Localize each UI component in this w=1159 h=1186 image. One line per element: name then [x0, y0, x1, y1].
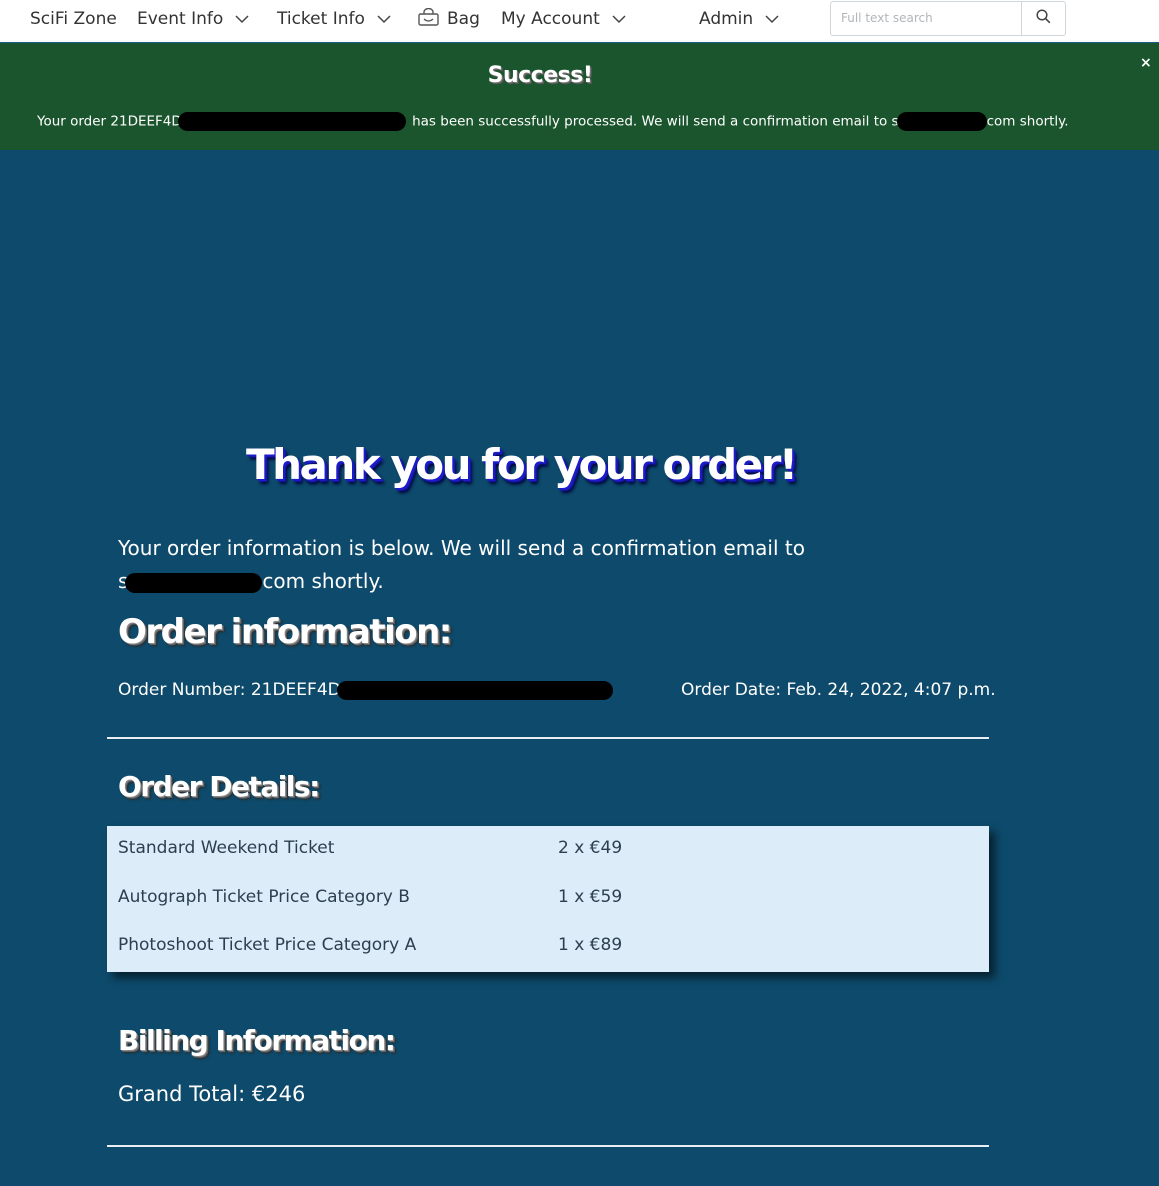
search-button[interactable] — [1021, 2, 1065, 35]
table-row: Standard Weekend Ticket 2 x €49 — [107, 826, 989, 874]
item-name: Photoshoot Ticket Price Category A — [118, 935, 417, 955]
event-info-label: Event Info — [137, 9, 224, 29]
item-name: Autograph Ticket Price Category B — [118, 887, 410, 907]
brand-link[interactable]: SciFi Zone — [30, 8, 117, 30]
intro-line-2: s com shortly. — [118, 565, 838, 598]
search-form — [830, 1, 1066, 36]
admin-dropdown[interactable]: Admin — [699, 8, 779, 30]
item-name: Standard Weekend Ticket — [118, 838, 335, 858]
redaction-bar — [336, 680, 613, 700]
ticket-info-dropdown[interactable]: Ticket Info — [277, 8, 391, 30]
success-alert: Success! × Your order 21DEEF4D has been … — [0, 43, 1159, 150]
item-quantity-price: 1 x €89 — [558, 935, 623, 955]
search-icon — [1036, 9, 1051, 28]
table-row: Photoshoot Ticket Price Category A 1 x €… — [107, 923, 989, 971]
order-date: Order Date: Feb. 24, 2022, 4:07 p.m. — [681, 680, 996, 700]
alert-message-end: com shortly. — [986, 113, 1069, 130]
item-quantity-price: 2 x €49 — [558, 838, 623, 858]
bag-label: Bag — [447, 9, 480, 29]
intro-line-1: Your order information is below. We will… — [118, 536, 805, 560]
redaction-bar — [177, 112, 406, 131]
alert-message-mid: has been successfully processed. We will… — [412, 113, 899, 130]
close-icon[interactable]: × — [1140, 55, 1152, 71]
event-info-dropdown[interactable]: Event Info — [137, 8, 249, 30]
alert-message-start: Your order 21DEEF4D — [37, 113, 182, 130]
top-navbar: SciFi Zone Event Info Ticket Info Bag My… — [0, 0, 1159, 43]
order-information-heading: Order information: — [118, 612, 452, 652]
ticket-info-label: Ticket Info — [277, 9, 365, 29]
billing-information-heading: Billing Information: — [118, 1024, 396, 1057]
search-input[interactable] — [831, 2, 1011, 33]
order-details-heading: Order Details: — [118, 770, 320, 803]
item-quantity-price: 1 x €59 — [558, 887, 623, 907]
my-account-label: My Account — [501, 9, 600, 29]
admin-label: Admin — [699, 9, 754, 29]
grand-total: Grand Total: €246 — [118, 1082, 306, 1106]
order-details-table: Standard Weekend Ticket 2 x €49 Autograp… — [107, 826, 989, 972]
shopping-bag-icon — [418, 7, 439, 31]
alert-title: Success! — [487, 63, 593, 88]
divider — [107, 1145, 989, 1147]
intro-line-2-end: com shortly. — [262, 569, 384, 593]
brand-label: SciFi Zone — [30, 9, 117, 29]
divider — [107, 737, 989, 739]
alert-message: Your order 21DEEF4D has been successfull… — [37, 112, 1069, 131]
chevron-down-icon — [377, 14, 391, 24]
page-title: Thank you for your order! — [246, 440, 798, 489]
chevron-down-icon — [235, 14, 249, 24]
order-number: Order Number: 21DEEF4D — [118, 680, 613, 700]
intro-text: Your order information is below. We will… — [118, 532, 838, 598]
table-row: Autograph Ticket Price Category B 1 x €5… — [107, 875, 989, 923]
chevron-down-icon — [765, 14, 779, 24]
bag-link[interactable]: Bag — [418, 7, 480, 31]
redaction-bar — [125, 572, 263, 593]
chevron-down-icon — [612, 14, 626, 24]
my-account-dropdown[interactable]: My Account — [501, 8, 626, 30]
order-number-label: Order Number: 21DEEF4D — [118, 680, 341, 700]
redaction-bar — [896, 112, 987, 131]
